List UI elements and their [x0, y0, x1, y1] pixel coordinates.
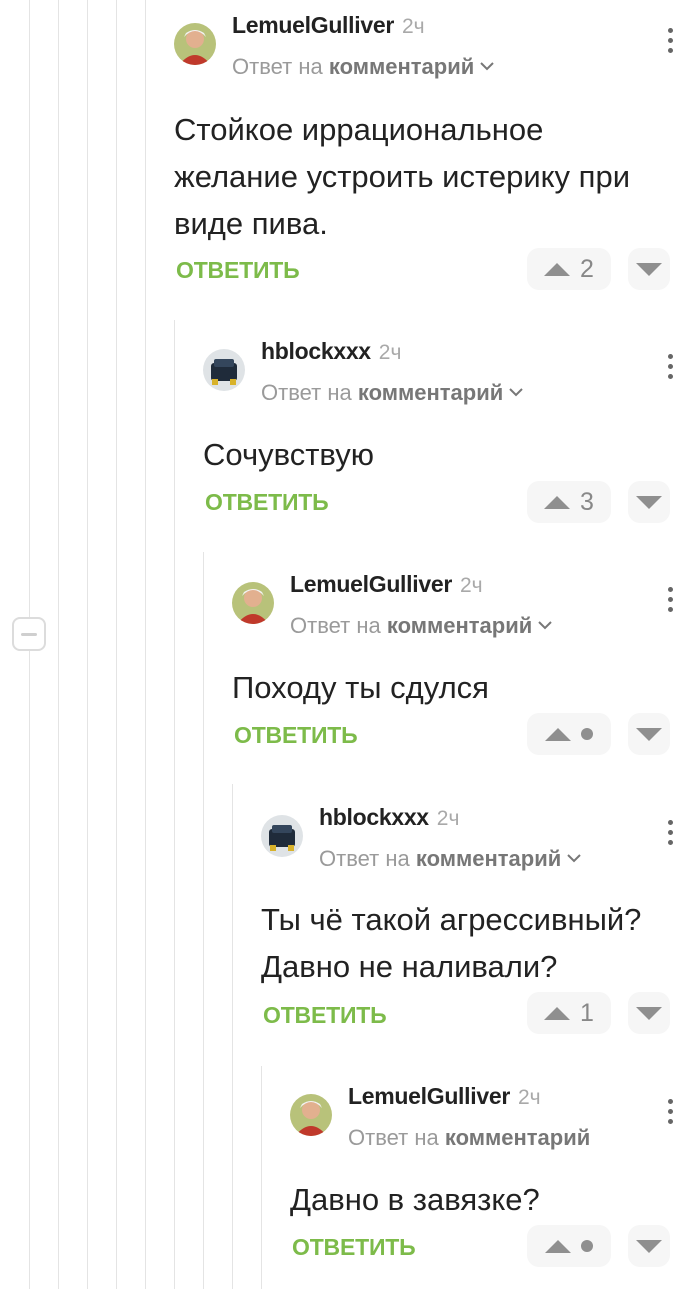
thread-line: [145, 0, 146, 1289]
thread-line: [58, 0, 59, 1289]
thread-line: [203, 552, 204, 1289]
chevron-down-icon[interactable]: [567, 854, 582, 863]
comment-text: Походу ты сдулся: [232, 670, 489, 705]
comment-author[interactable]: LemuelGulliver 2ч: [232, 12, 425, 39]
comment-text: Ты чё такой агрессивный? Давно не налива…: [261, 902, 642, 984]
thread-line: [29, 651, 30, 1289]
vote-score: 3: [580, 487, 594, 516]
parent-comment-link[interactable]: комментарий: [387, 613, 532, 638]
reply-button[interactable]: ОТВЕТИТЬ: [205, 489, 329, 516]
arrow-down-icon: [636, 727, 662, 741]
reply-to: Ответ на комментарий: [261, 380, 524, 406]
reply-button[interactable]: ОТВЕТИТЬ: [234, 722, 358, 749]
thread-line: [87, 0, 88, 1289]
comment: hblockxxx 2ч Ответ на комментарий Сочувст…: [203, 326, 700, 546]
upvote-button[interactable]: [527, 1225, 611, 1267]
downvote-button[interactable]: [628, 1225, 670, 1267]
chevron-down-icon[interactable]: [509, 388, 524, 397]
comment-time: 2ч: [459, 574, 483, 597]
arrow-down-icon: [636, 262, 662, 276]
chevron-down-icon[interactable]: [480, 62, 495, 71]
arrow-up-icon: [545, 727, 571, 741]
reply-button[interactable]: ОТВЕТИТЬ: [263, 1002, 387, 1029]
reply-to: Ответ на комментарий: [319, 846, 582, 872]
parent-comment-link[interactable]: комментарий: [416, 846, 561, 871]
parent-comment-link[interactable]: комментарий: [358, 380, 503, 405]
comment: LemuelGulliver 2ч Ответ на комментарий Ст…: [174, 0, 700, 300]
arrow-down-icon: [636, 1239, 662, 1253]
score-dot: [581, 728, 593, 740]
upvote-button[interactable]: [527, 713, 611, 755]
comment: LemuelGulliver 2ч Ответ на комментарий По…: [232, 559, 700, 779]
arrow-up-icon: [544, 495, 570, 509]
avatar[interactable]: [232, 582, 274, 624]
avatar-icon: [261, 815, 303, 857]
downvote-button[interactable]: [628, 713, 670, 755]
comment-author[interactable]: LemuelGulliver 2ч: [290, 571, 483, 598]
avatar-icon: [203, 349, 245, 391]
avatar[interactable]: [261, 815, 303, 857]
comment: hblockxxx 2ч Ответ на комментарий Ты чё т…: [261, 792, 700, 1052]
thread-line: [174, 320, 175, 1289]
collapse-thread-icon: [21, 632, 37, 636]
reply-to: Ответ на комментарий: [232, 54, 495, 80]
comment-author[interactable]: LemuelGulliver 2ч: [348, 1083, 541, 1110]
avatar[interactable]: [174, 23, 216, 65]
more-vertical-icon[interactable]: [662, 1099, 678, 1129]
score-dot: [581, 1240, 593, 1252]
arrow-down-icon: [636, 1006, 662, 1020]
arrow-up-icon: [545, 1239, 571, 1253]
more-vertical-icon[interactable]: [662, 354, 678, 384]
downvote-button[interactable]: [628, 248, 670, 290]
reply-button[interactable]: ОТВЕТИТЬ: [176, 257, 300, 284]
thread-line: [232, 784, 233, 1289]
avatar-icon: [174, 23, 216, 65]
parent-comment-link[interactable]: комментарий: [329, 54, 474, 79]
avatar[interactable]: [290, 1094, 332, 1136]
reply-button[interactable]: ОТВЕТИТЬ: [292, 1234, 416, 1261]
upvote-button[interactable]: 3: [527, 481, 611, 523]
comment-time: 2ч: [517, 1086, 541, 1109]
comment-text: Давно в завязке?: [290, 1182, 540, 1217]
upvote-button[interactable]: 1: [527, 992, 611, 1034]
upvote-button[interactable]: 2: [527, 248, 611, 290]
more-vertical-icon[interactable]: [662, 28, 678, 58]
thread-line: [29, 0, 30, 617]
avatar-icon: [290, 1094, 332, 1136]
vote-score: 2: [580, 254, 594, 283]
comment-time: 2ч: [401, 15, 425, 38]
chevron-down-icon[interactable]: [538, 621, 553, 630]
downvote-button[interactable]: [628, 992, 670, 1034]
avatar-icon: [232, 582, 274, 624]
comment-time: 2ч: [378, 341, 402, 364]
arrow-up-icon: [544, 262, 570, 276]
reply-to: Ответ на комментарий: [290, 613, 553, 639]
comment-author[interactable]: hblockxxx 2ч: [261, 338, 401, 365]
comment-text: Стойкое иррациональное желание устроить …: [174, 112, 631, 241]
comment-text: Сочувствую: [203, 437, 374, 472]
parent-comment-link[interactable]: комментарий: [445, 1125, 590, 1150]
thread-line: [116, 0, 117, 1289]
more-vertical-icon[interactable]: [662, 820, 678, 850]
collapse-thread-button[interactable]: [12, 617, 46, 651]
comment-author[interactable]: hblockxxx 2ч: [319, 804, 459, 831]
comment-time: 2ч: [436, 807, 460, 830]
avatar[interactable]: [203, 349, 245, 391]
thread-line: [261, 1066, 262, 1289]
arrow-down-icon: [636, 495, 662, 509]
comment: LemuelGulliver 2ч Ответ на комментарий Да…: [290, 1071, 700, 1289]
more-vertical-icon[interactable]: [662, 587, 678, 617]
arrow-up-icon: [544, 1006, 570, 1020]
reply-to: Ответ на комментарий: [348, 1125, 591, 1150]
downvote-button[interactable]: [628, 481, 670, 523]
vote-score: 1: [580, 998, 594, 1027]
